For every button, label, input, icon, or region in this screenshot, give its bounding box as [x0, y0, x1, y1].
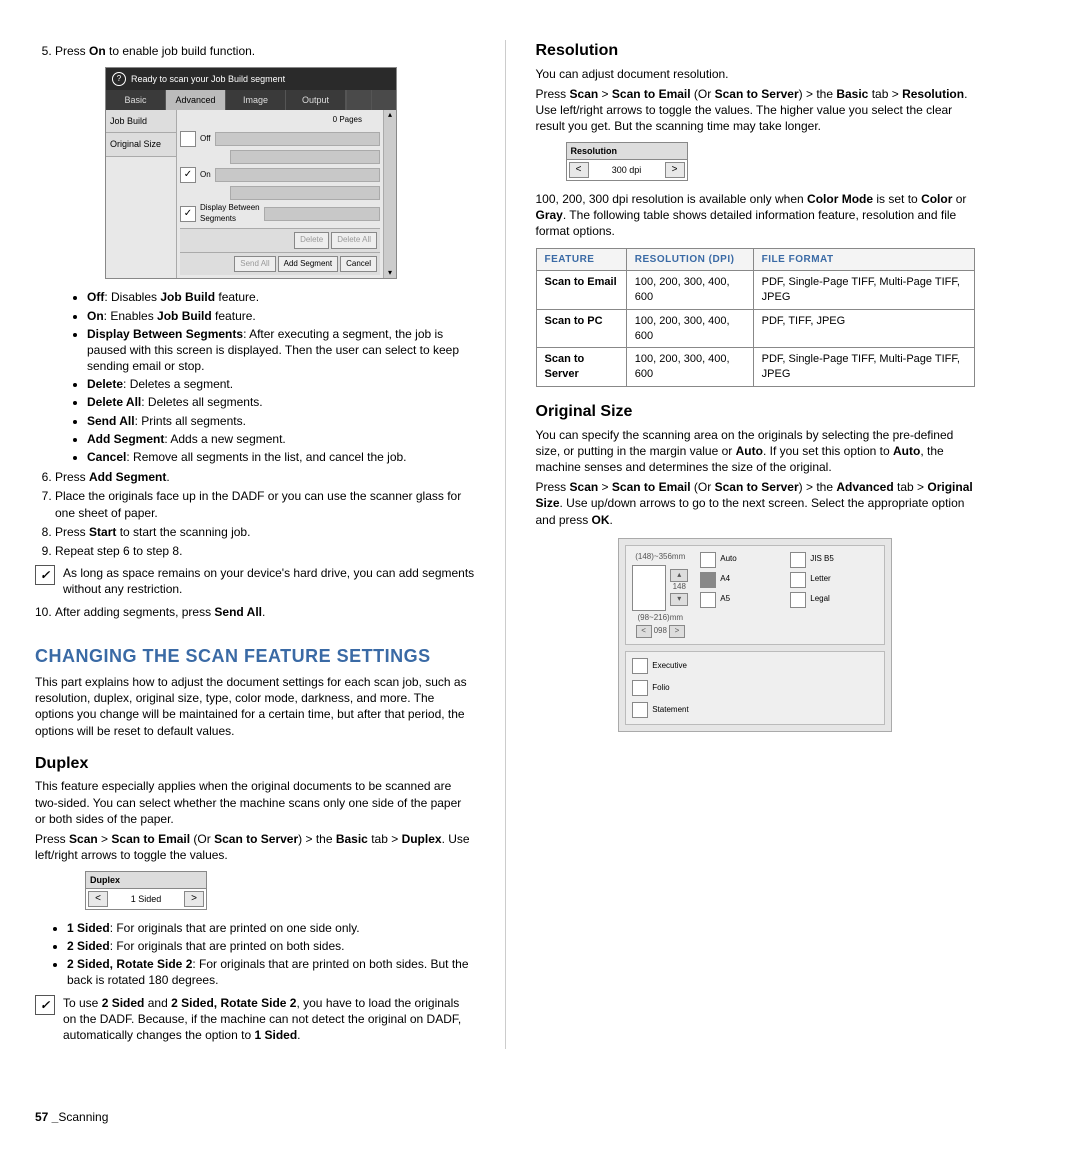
h2-duplex: Duplex	[35, 753, 475, 775]
opt-folio[interactable]: Folio	[632, 680, 692, 696]
step-5: Press On to enable job build function. ?…	[55, 43, 475, 465]
tab-basic[interactable]: Basic	[106, 90, 166, 110]
jb-sidebar: Job Build Original Size	[106, 110, 177, 278]
th-feature: FEATURE	[536, 248, 626, 271]
step-9: Repeat step 6 to step 8.	[55, 543, 475, 559]
opt-executive[interactable]: Executive	[632, 658, 692, 674]
jobbuild-screenshot: ? Ready to scan your Job Build segment B…	[105, 67, 397, 279]
opt-auto[interactable]: Auto	[700, 552, 760, 568]
step-8: Press Start to start the scanning job.	[55, 524, 475, 540]
side-originalsize[interactable]: Original Size	[106, 133, 176, 156]
h2-resolution: Resolution	[536, 40, 976, 62]
btn-cancel[interactable]: Cancel	[340, 256, 377, 273]
arrow-left-icon[interactable]: <	[569, 162, 589, 178]
chk-dbs[interactable]: ✓	[180, 206, 196, 222]
table-row: Scan to PC100, 200, 300, 400, 600PDF, TI…	[536, 309, 975, 348]
opt-a4[interactable]: A4	[700, 572, 760, 588]
page-footer: 57 _Scanning	[35, 1109, 975, 1125]
res-desc: You can adjust document resolution.	[536, 66, 976, 82]
note-icon: ✓	[35, 565, 55, 585]
tab-image[interactable]: Image	[226, 90, 286, 110]
jb-tool-2[interactable]	[371, 90, 396, 110]
tab-output[interactable]: Output	[286, 90, 346, 110]
res-path: Press Scan > Scan to Email (Or Scan to S…	[536, 86, 976, 135]
right-column: Resolution You can adjust document resol…	[536, 40, 976, 1049]
jb-ready-text: Ready to scan your Job Build segment	[131, 73, 285, 85]
btn-delete[interactable]: Delete	[294, 232, 329, 249]
left-column: Press On to enable job build function. ?…	[35, 40, 475, 1049]
jb-scrollbar[interactable]: ▴▾	[383, 110, 396, 278]
chk-on[interactable]: ✓	[180, 167, 196, 183]
btn-add-segment[interactable]: Add Segment	[278, 256, 338, 273]
h-spinner[interactable]: <098>	[636, 625, 685, 638]
side-jobbuild[interactable]: Job Build	[106, 110, 176, 133]
chk-off[interactable]	[180, 131, 196, 147]
os-desc: You can specify the scanning area on the…	[536, 427, 976, 476]
note-duplex: ✓ To use 2 Sided and 2 Sided, Rotate Sid…	[35, 995, 475, 1044]
th-format: FILE FORMAT	[753, 248, 974, 271]
table-row: Scan to Server100, 200, 300, 400, 600PDF…	[536, 348, 975, 387]
opt-jisb5[interactable]: JIS B5	[790, 552, 850, 568]
jb-header: ? Ready to scan your Job Build segment	[106, 68, 396, 90]
opt-letter[interactable]: Letter	[790, 572, 850, 588]
step-7: Place the originals face up in the DADF …	[55, 488, 475, 520]
duplex-value: 1 Sided	[110, 893, 182, 905]
note-segments: ✓ As long as space remains on your devic…	[35, 565, 475, 597]
res-value: 300 dpi	[591, 164, 663, 176]
os-path: Press Scan > Scan to Email (Or Scan to S…	[536, 479, 976, 528]
arrow-right-icon[interactable]: >	[184, 891, 204, 907]
tab-advanced[interactable]: Advanced	[166, 90, 226, 110]
duplex-spinner: Duplex < 1 Sided >	[85, 871, 207, 910]
originalsize-panel: (148)~356mm ▴148▾ (98~216)mm <098> Auto …	[618, 538, 892, 732]
note-icon: ✓	[35, 995, 55, 1015]
h2-originalsize: Original Size	[536, 401, 976, 423]
jb-tabs: Basic Advanced Image Output	[106, 90, 396, 110]
steps-list: Press On to enable job build function. ?…	[35, 43, 475, 559]
duplex-opts: 1 Sided: For originals that are printed …	[35, 920, 475, 989]
opt-a5[interactable]: A5	[700, 592, 760, 608]
arrow-right-icon[interactable]: >	[665, 162, 685, 178]
help-icon: ?	[112, 72, 126, 86]
os-preview: (148)~356mm ▴148▾ (98~216)mm <098>	[632, 552, 688, 638]
resolution-spinner: Resolution < 300 dpi >	[566, 142, 688, 181]
h1-desc: This part explains how to adjust the doc…	[35, 674, 475, 739]
opt-legal[interactable]: Legal	[790, 592, 850, 608]
column-divider	[505, 40, 506, 1049]
jb-pages: 0 Pages	[180, 113, 380, 128]
duplex-desc: This feature especially applies when the…	[35, 778, 475, 827]
step-10: After adding segments, press Send All.	[55, 604, 475, 620]
h1-changing: CHANGING THE SCAN FEATURE SETTINGS	[35, 644, 475, 668]
step-6: Press Add Segment.	[55, 469, 475, 485]
table-row: Scan to Email100, 200, 300, 400, 600PDF,…	[536, 271, 975, 310]
res-note: 100, 200, 300 dpi resolution is availabl…	[536, 191, 976, 240]
jb-desc-list: Off: Disables Job Build feature. On: Ena…	[55, 289, 475, 465]
btn-send-all[interactable]: Send All	[234, 256, 275, 273]
jb-tool-1[interactable]	[346, 90, 371, 110]
arrow-left-icon[interactable]: <	[88, 891, 108, 907]
btn-delete-all[interactable]: Delete All	[331, 232, 377, 249]
page-rect-icon	[632, 565, 666, 611]
v-spinner[interactable]: ▴148▾	[670, 569, 688, 605]
opt-statement[interactable]: Statement	[632, 702, 692, 718]
th-resolution: RESOLUTION (DPI)	[626, 248, 753, 271]
feature-table: FEATURE RESOLUTION (DPI) FILE FORMAT Sca…	[536, 248, 976, 388]
duplex-path: Press Scan > Scan to Email (Or Scan to S…	[35, 831, 475, 863]
